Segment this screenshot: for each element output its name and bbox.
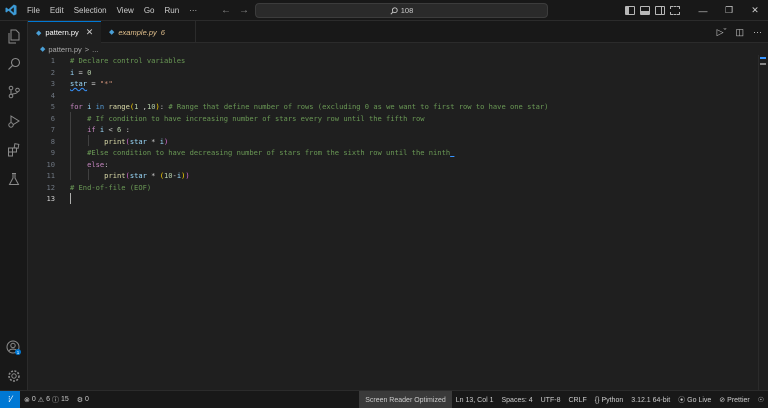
run-icon[interactable]: ▷ˇ (717, 27, 727, 38)
ports-icon: ⚙ (76, 396, 84, 404)
menu-bar: File Edit Selection View Go Run ··· (22, 0, 202, 21)
python-interpreter[interactable]: 3.12.1 64-bit (627, 397, 674, 404)
search-icon (390, 6, 398, 15)
prettier-status[interactable]: ⊘ Prettier (715, 396, 753, 405)
overview-ruler-marker (760, 63, 766, 65)
code-line: 10 else: (46, 159, 109, 169)
cursor-position[interactable]: Ln 13, Col 1 (452, 397, 498, 404)
info-count: 15 (60, 396, 69, 403)
text-cursor (70, 193, 71, 204)
toggle-panel-icon[interactable] (640, 6, 650, 15)
go-live-button[interactable]: ⦿ Go Live (674, 395, 715, 405)
tab-pattern-py[interactable]: ◆ pattern.py ✕ (28, 21, 101, 43)
toggle-secondary-sidebar-icon[interactable] (655, 6, 665, 15)
menu-run[interactable]: Run (159, 0, 184, 21)
breadcrumb-file[interactable]: pattern.py (48, 45, 81, 54)
code-line: 6 # If condition to have increasing numb… (50, 113, 425, 123)
prettier-icon: ⊘ (719, 397, 726, 404)
broadcast-icon: ⦿ (678, 397, 686, 404)
settings-gear-icon[interactable] (5, 367, 23, 385)
python-file-icon: ◆ (109, 29, 115, 36)
menu-view[interactable]: View (112, 0, 139, 21)
warning-count: 6 (46, 396, 50, 403)
menu-edit[interactable]: Edit (45, 0, 69, 21)
code-line: 1 # Declare control variables (50, 56, 186, 65)
indentation[interactable]: Spaces: 4 (497, 397, 536, 404)
breadcrumb: ◆ pattern.py > ... (40, 43, 98, 55)
warning-icon: ⚠ (37, 396, 45, 404)
run-debug-icon[interactable] (5, 112, 23, 130)
overview-ruler-marker (760, 57, 766, 59)
tab-problem-badge: 6 (160, 27, 165, 37)
tab-bar: ◆ pattern.py ✕ ◆ example.py 6 ▷ˇ ◫ ··· (28, 21, 768, 43)
info-icon: ⓘ (51, 396, 59, 404)
extensions-icon[interactable] (5, 141, 23, 159)
customize-layout-icon[interactable] (670, 6, 680, 15)
code-line: 8 print(star * i) (50, 136, 169, 146)
account-icon[interactable]: 1 (5, 339, 23, 357)
back-arrow-icon[interactable]: ← (221, 5, 231, 16)
more-icon[interactable]: ··· (753, 27, 762, 37)
menu-file[interactable]: File (22, 0, 45, 21)
vscode-logo-icon (0, 0, 22, 21)
testing-icon[interactable] (5, 170, 23, 188)
restore-icon[interactable]: ❐ (716, 5, 742, 16)
bell-icon[interactable]: ☉ (754, 396, 768, 404)
search-icon[interactable] (5, 55, 23, 73)
code-editor[interactable]: 1 # Declare control variables 2i = 0 3 sta… (28, 55, 768, 390)
close-icon[interactable]: ✕ (86, 27, 94, 38)
problems-indicator[interactable]: ⊗ 0 ⚠ 6 ⓘ 15 (20, 395, 73, 405)
error-count: 0 (31, 396, 36, 403)
source-control-icon[interactable] (5, 83, 23, 101)
error-icon: ⊗ (24, 396, 30, 404)
close-icon[interactable]: ✕ (742, 5, 768, 16)
code-line: 11 print(star * (10-i)) (46, 171, 190, 180)
split-editor-icon[interactable]: ◫ (735, 27, 744, 38)
forward-arrow-icon[interactable]: → (239, 5, 249, 16)
toggle-primary-sidebar-icon[interactable] (625, 6, 635, 15)
ports-count: 0 (85, 396, 89, 403)
status-bar: ⁝⁄ ⊗ 0 ⚠ 6 ⓘ 15 ⚙ 0 Screen Reader Optimized … (0, 390, 768, 408)
command-center-search[interactable]: 108 (255, 3, 548, 18)
end-of-line[interactable]: CRLF (564, 397, 590, 404)
code-line: 4 (50, 90, 55, 100)
code-line: 5 for i in range(1 ,10): # Range that def… (50, 102, 549, 111)
breadcrumb-separator: > (84, 44, 90, 54)
braces-icon: {} (594, 396, 600, 404)
code-line: 12 # End-of-file (EOF) (46, 182, 152, 192)
menu-selection[interactable]: Selection (69, 0, 112, 21)
language-mode[interactable]: {} Python (591, 397, 627, 404)
code-line: 3 star = "*" (50, 79, 113, 88)
python-file-icon: ◆ (36, 29, 42, 37)
code-line: 7 if i < 6 : (50, 125, 130, 134)
code-line: 2i = 0 (50, 67, 92, 77)
tab-label: pattern.py (45, 28, 79, 37)
menu-go[interactable]: Go (139, 0, 160, 21)
editor-vertical-scrollbar[interactable] (758, 55, 768, 390)
python-file-icon: ◆ (40, 46, 46, 53)
tab-example-py[interactable]: ◆ example.py 6 (101, 21, 196, 43)
code-line: 9 #Else condition to have decreasing num… (50, 148, 451, 157)
menu-more[interactable]: ··· (184, 0, 202, 21)
ports-indicator[interactable]: ⚙ 0 (73, 396, 93, 404)
breadcrumb-symbol[interactable]: ... (92, 45, 98, 54)
screen-reader-status[interactable]: Screen Reader Optimized (359, 391, 452, 408)
encoding[interactable]: UTF-8 (537, 397, 565, 404)
remote-icon[interactable]: ⁝⁄ (0, 390, 20, 408)
minimize-icon[interactable]: — (690, 6, 716, 16)
tab-label: example.py (118, 27, 157, 37)
title-bar: File Edit Selection View Go Run ··· ← → … (0, 0, 768, 21)
explorer-icon[interactable] (5, 27, 23, 45)
code-line-current: 13 (28, 193, 768, 205)
search-text: 108 (400, 6, 414, 15)
activity-bar: 1 (0, 21, 28, 390)
